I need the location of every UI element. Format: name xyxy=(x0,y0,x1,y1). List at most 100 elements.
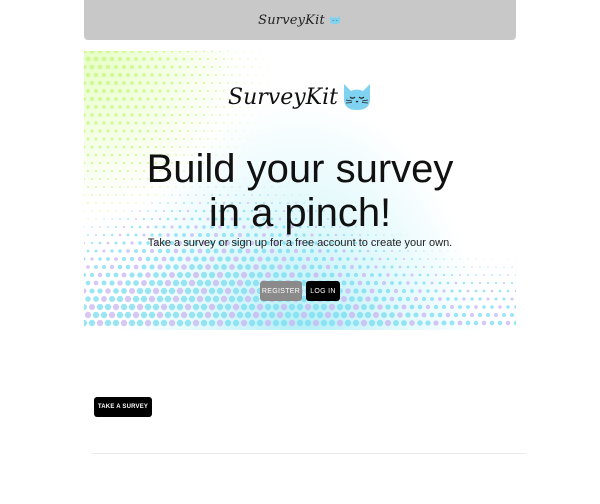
halftone-dot xyxy=(409,320,415,326)
halftone-dot xyxy=(241,256,247,262)
halftone-dot xyxy=(240,287,248,295)
halftone-dot xyxy=(378,273,382,277)
halftone-dot xyxy=(212,295,220,303)
halftone-dot xyxy=(229,264,235,270)
halftone-dot xyxy=(507,274,509,276)
halftone-dot xyxy=(90,257,94,261)
halftone-dot xyxy=(196,295,204,303)
halftone-dot xyxy=(336,319,344,327)
login-button[interactable]: LOG IN xyxy=(306,281,340,301)
halftone-dot xyxy=(474,305,478,309)
halftone-dot xyxy=(198,73,202,77)
halftone-dot xyxy=(438,281,442,285)
halftone-dot xyxy=(462,281,466,285)
halftone-dot xyxy=(415,250,417,252)
halftone-dot xyxy=(133,280,139,286)
halftone-dot xyxy=(168,319,176,327)
halftone-dot xyxy=(406,265,410,269)
halftone-dot xyxy=(446,281,450,285)
halftone-dot xyxy=(252,311,260,319)
halftone-dot xyxy=(259,51,261,52)
halftone-dot xyxy=(125,72,131,78)
halftone-dot xyxy=(105,64,111,70)
halftone-dot xyxy=(173,264,179,270)
halftone-dot xyxy=(392,319,400,327)
halftone-dot xyxy=(413,312,419,318)
halftone-dot xyxy=(228,311,236,319)
halftone-dot xyxy=(157,264,163,270)
halftone-dot xyxy=(165,264,171,270)
halftone-dot xyxy=(389,312,395,318)
halftone-dot xyxy=(190,121,194,125)
halftone-dot xyxy=(152,303,160,311)
halftone-dot xyxy=(116,295,124,303)
navbar-brand[interactable]: SurveyKit xyxy=(258,13,342,28)
halftone-dot xyxy=(152,319,160,327)
halftone-dot xyxy=(128,303,136,311)
halftone-dot xyxy=(221,264,227,270)
halftone-dot xyxy=(194,113,198,117)
halftone-dot xyxy=(93,296,99,302)
halftone-dot xyxy=(445,312,451,318)
halftone-dot xyxy=(455,250,457,252)
halftone-dot xyxy=(469,312,475,318)
halftone-dot xyxy=(481,320,487,326)
halftone-dot xyxy=(293,264,299,270)
halftone-dot xyxy=(261,264,267,270)
halftone-dot xyxy=(442,289,446,293)
halftone-dot xyxy=(341,280,347,286)
halftone-dot xyxy=(499,258,501,260)
halftone-dot xyxy=(231,122,233,124)
halftone-dot xyxy=(405,312,411,318)
halftone-dot xyxy=(212,311,220,319)
halftone-dot xyxy=(177,256,183,262)
halftone-dot xyxy=(397,296,403,302)
halftone-dot xyxy=(465,320,471,326)
halftone-dot xyxy=(326,249,330,253)
halftone-dot xyxy=(146,51,150,53)
halftone-dot xyxy=(467,274,469,276)
halftone-dot xyxy=(410,273,414,277)
section-divider xyxy=(92,453,526,454)
halftone-dot xyxy=(86,265,90,269)
halftone-dot xyxy=(446,297,450,301)
halftone-dot xyxy=(247,138,249,140)
halftone-dot xyxy=(117,280,123,286)
register-button[interactable]: REGISTER xyxy=(260,281,302,301)
halftone-dot xyxy=(426,273,430,277)
halftone-dot xyxy=(216,303,224,311)
halftone-dot xyxy=(125,280,131,286)
halftone-dot xyxy=(337,272,343,278)
halftone-dot xyxy=(405,296,411,302)
halftone-dot xyxy=(259,130,261,132)
halftone-dot xyxy=(411,258,413,260)
halftone-dot xyxy=(180,279,188,287)
halftone-dot xyxy=(399,250,401,252)
hero-title-line2: in a pinch! xyxy=(208,191,392,235)
halftone-dot xyxy=(101,56,107,62)
halftone-dot xyxy=(318,249,322,253)
halftone-dot xyxy=(124,311,132,319)
halftone-dot xyxy=(243,66,245,68)
halftone-dot xyxy=(200,319,208,327)
halftone-dot xyxy=(156,279,164,287)
halftone-dot xyxy=(191,138,193,140)
halftone-dot xyxy=(236,311,244,319)
halftone-dot xyxy=(85,56,91,62)
halftone-dot xyxy=(84,311,92,319)
halftone-dot xyxy=(439,266,441,268)
halftone-dot xyxy=(353,288,359,294)
halftone-dot xyxy=(150,73,154,77)
take-survey-button[interactable]: TAKE A SURVEY xyxy=(94,397,152,417)
halftone-dot xyxy=(223,138,225,140)
halftone-dot xyxy=(136,303,144,311)
halftone-dot xyxy=(178,65,182,69)
halftone-dot xyxy=(114,113,118,117)
halftone-dot xyxy=(166,137,170,141)
halftone-dot xyxy=(101,296,107,302)
halftone-dot xyxy=(361,304,367,310)
halftone-dot xyxy=(144,319,152,327)
halftone-dot xyxy=(418,289,422,293)
halftone-dot xyxy=(346,257,350,261)
halftone-dot xyxy=(153,272,159,278)
